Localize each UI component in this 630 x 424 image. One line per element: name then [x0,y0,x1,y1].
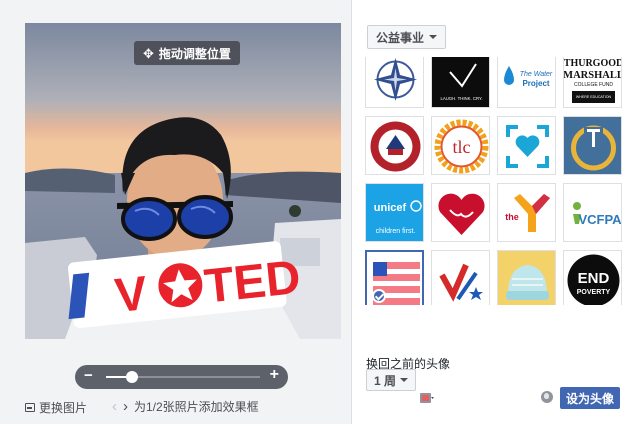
unicef-icon: unicef children first. [366,184,423,241]
zoom-in-icon[interactable]: + [270,366,279,384]
compass-star-frame[interactable] [365,57,424,108]
frame-pager: ‹ › 为1/2张照片添加效果框 [112,398,259,415]
previous-photo-icon[interactable]: ‹ [112,399,117,414]
water-project-frame[interactable]: The Water Project [497,57,556,108]
audience-selector-icon[interactable] [420,392,434,404]
water-project-icon: The WaterProject [498,57,555,107]
chevron-down-icon [400,378,409,382]
svg-text:END: END [578,270,610,287]
change-photo-link[interactable]: 更换图片 [25,399,87,416]
duration-label: 1 周 [374,373,397,388]
drag-to-reposition-hint[interactable]: ✥ 拖动调整位置 [134,41,240,65]
svg-text:V: V [112,267,149,323]
seal-icon [366,117,423,174]
ymca-icon: the [498,184,555,241]
check-icon [432,251,489,305]
profile-frame-dialog: V TED ✥ 拖动调整位置 − + 更换图片 ‹ › 为1/2张照片添加效果框… [0,0,630,424]
category-dropdown[interactable]: 公益事业 [367,25,447,49]
vcfpa-icon: VCFPA [564,184,622,241]
svg-text:THURGOOD: THURGOOD [564,58,622,69]
set-profile-picture-button[interactable]: 设为头像 [560,387,620,409]
duration-dropdown[interactable]: 1 周 [366,369,417,391]
tlc-icon: tlc [432,117,489,174]
globe-icon[interactable] [541,391,553,403]
laugh-think-cry-icon: LAUGH. THINK. CRY. [432,57,489,107]
red-heart-frame[interactable] [431,183,490,242]
thurgood-marshall-icon: THURGOODMARSHALLCOLLEGE FUND WHERE EDUCAT… [564,57,622,107]
frame-pager-label: 为1/2张照片添加效果框 [134,400,259,414]
vcfpa-frame[interactable]: VCFPA [563,183,622,242]
compass-star-icon [366,57,423,107]
svg-text:Project: Project [522,79,549,88]
photo-swap-icon [25,403,35,412]
preview-panel: V TED ✥ 拖动调整位置 − + 更换图片 ‹ › 为1/2张照片添加效果框 [0,0,352,424]
thurgood-marshall-frame[interactable]: THURGOOD MARSHALL COLLEGE FUND WHERE EDUCAT… [563,57,622,108]
svg-text:children first.: children first. [376,228,416,235]
svg-text:COLLEGE FUND: COLLEGE FUND [574,82,613,88]
unicef-frame[interactable]: unicef children first. [365,183,424,242]
next-photo-icon[interactable]: › [123,399,128,414]
move-arrows-icon: ✥ [143,45,154,61]
heart-focus-frame[interactable] [497,116,556,175]
flag-frame[interactable] [365,250,424,305]
knit-hat-frame[interactable] [497,250,556,305]
end-poverty-frame[interactable]: END POVERTY [563,250,622,305]
tlc-frame[interactable]: tlc [431,116,490,175]
frames-grid: LAUGH. THINK. CRY. The Water Project THURGO… [365,57,625,305]
knit-hat-icon [498,251,555,305]
chevron-down-icon [429,35,438,39]
svg-text:unicef: unicef [374,202,407,214]
selected-check-icon [372,289,386,303]
zoom-out-icon[interactable]: − [84,367,93,384]
svg-text:the: the [505,212,519,222]
power-t-icon [564,117,621,174]
check-frame[interactable] [431,250,490,305]
red-heart-icon [432,184,489,241]
svg-text:TED: TED [202,251,303,314]
power-t-frame[interactable] [563,116,622,175]
svg-text:LAUGH. THINK. CRY.: LAUGH. THINK. CRY. [440,96,482,101]
zoom-track[interactable] [106,371,260,383]
laugh-think-cry-frame[interactable]: LAUGH. THINK. CRY. [431,57,490,108]
seal-frame[interactable] [365,116,424,175]
heart-focus-icon [498,117,555,174]
svg-text:VCFPA: VCFPA [578,212,622,227]
change-photo-label: 更换图片 [39,401,88,415]
end-poverty-icon: END POVERTY [564,251,621,305]
drag-hint-label: 拖动调整位置 [158,46,231,61]
category-label: 公益事业 [376,30,425,45]
zoom-slider[interactable]: − + [75,365,288,389]
ymca-frame[interactable]: the [497,183,556,242]
svg-text:tlc: tlc [453,137,471,157]
svg-text:WHERE EDUCATION: WHERE EDUCATION [576,95,612,99]
svg-text:POVERTY: POVERTY [577,289,611,296]
svg-text:The Water: The Water [520,71,553,78]
profile-photo-preview[interactable]: V TED [25,23,341,339]
zoom-thumb[interactable] [126,371,139,383]
svg-text:MARSHALL: MARSHALL [564,70,622,81]
